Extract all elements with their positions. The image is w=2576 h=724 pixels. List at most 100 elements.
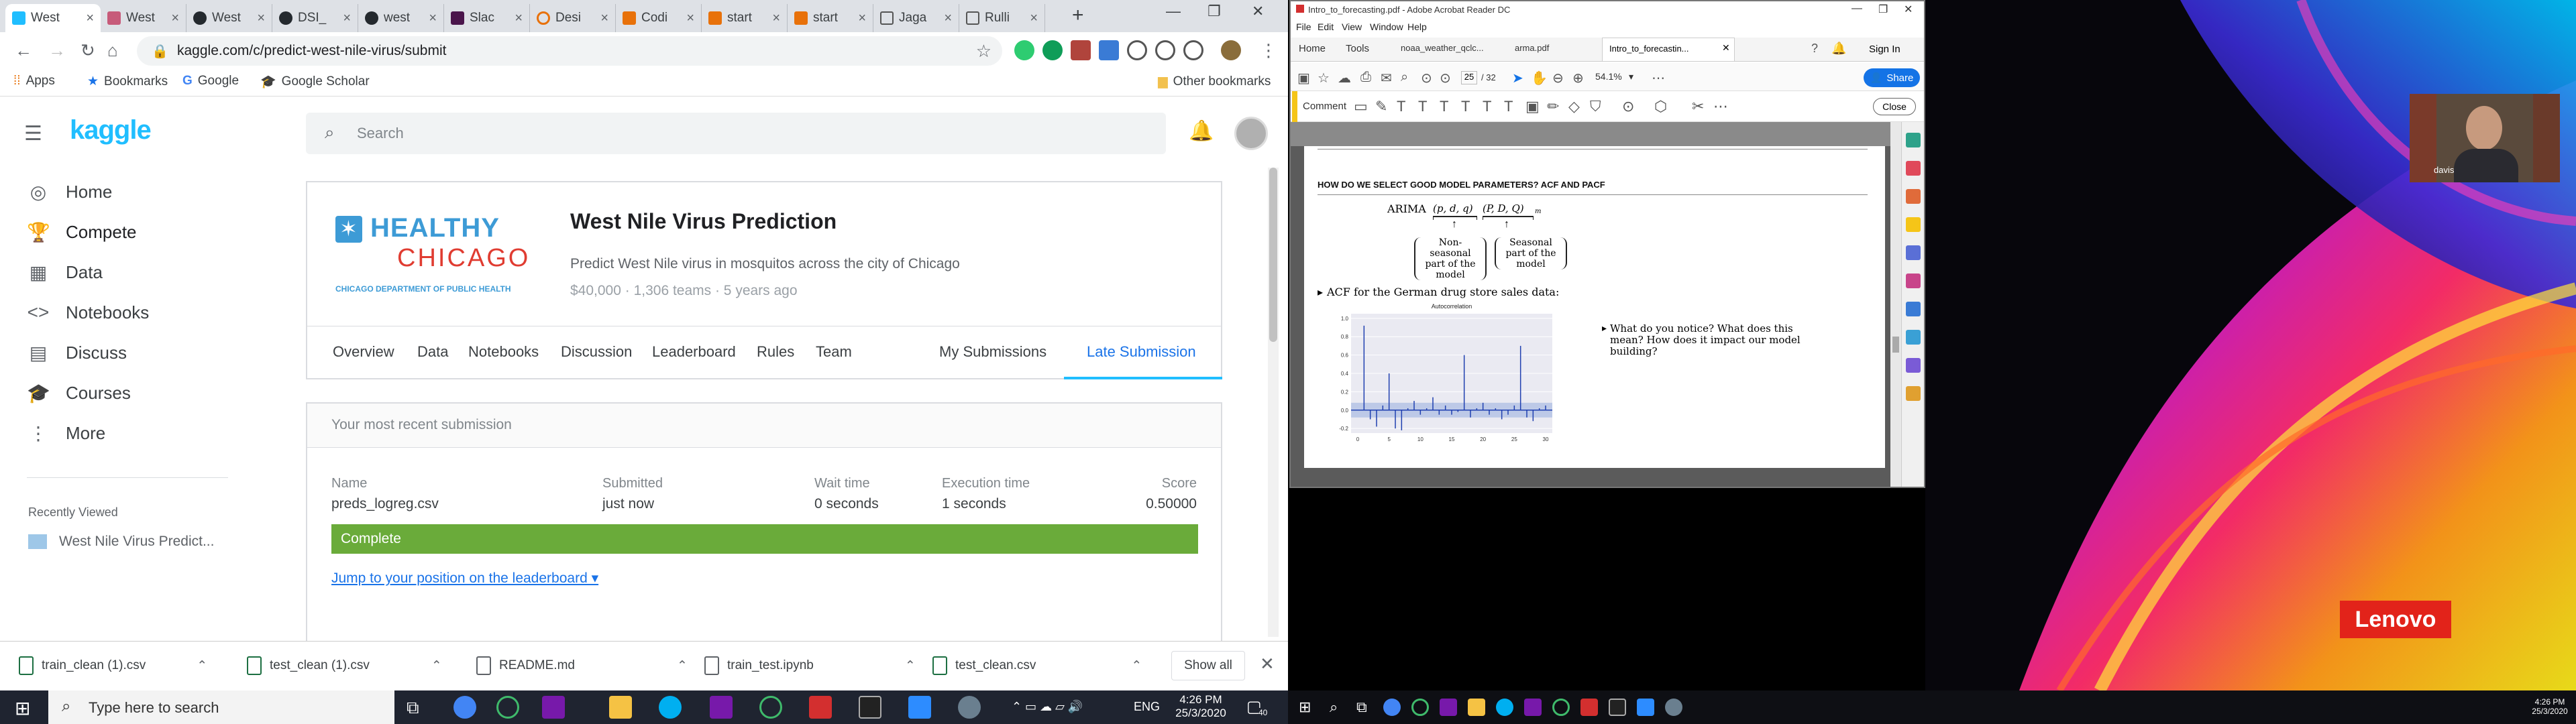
search-box[interactable]: ⌕ Search bbox=[306, 113, 1166, 154]
jump-to-leaderboard-link[interactable]: Jump to your position on the leaderboard… bbox=[331, 570, 598, 587]
tab-leaderboard[interactable]: Leaderboard bbox=[652, 343, 736, 361]
chevron-up-icon[interactable]: ⌃ bbox=[1131, 658, 1142, 674]
task-view-icon[interactable]: ⧉ bbox=[1356, 699, 1367, 716]
chevron-down-icon[interactable]: ▾ bbox=[1629, 71, 1633, 82]
protect-icon[interactable] bbox=[1906, 302, 1921, 316]
create-pdf-icon[interactable] bbox=[1906, 161, 1921, 176]
sign-in-button[interactable]: Sign In bbox=[1869, 44, 1900, 55]
sidebar-item-more[interactable]: ⋮ More bbox=[27, 422, 105, 444]
download-item[interactable]: test_clean.csv ⌃ bbox=[932, 656, 1142, 675]
send-for-review-icon[interactable] bbox=[1906, 330, 1921, 345]
chrome-menu-icon[interactable]: ⋮ bbox=[1260, 40, 1277, 61]
my-submissions-button[interactable]: My Submissions bbox=[939, 343, 1046, 361]
app-taskbar-icon[interactable] bbox=[759, 696, 782, 719]
forward-arrow-icon[interactable]: → bbox=[48, 40, 66, 61]
sidebar-item-home[interactable]: ◎ Home bbox=[27, 181, 113, 203]
notifications-bell-icon[interactable]: 🔔 bbox=[1831, 42, 1846, 56]
close-icon[interactable]: × bbox=[944, 11, 952, 26]
taskbar-clock[interactable]: 4:26 PM 25/3/2020 bbox=[2526, 697, 2573, 717]
sticky-note-icon[interactable]: ▭ bbox=[1354, 98, 1368, 115]
evernote-extension-icon[interactable] bbox=[1014, 40, 1034, 60]
text-field-icon[interactable]: ▣ bbox=[1525, 98, 1540, 115]
tab-team[interactable]: Team bbox=[816, 343, 852, 361]
close-icon[interactable]: × bbox=[343, 11, 351, 26]
window-close-icon[interactable]: ✕ bbox=[1252, 3, 1264, 20]
hand-icon[interactable]: ✋ bbox=[1531, 70, 1548, 86]
menu-edit[interactable]: Edit bbox=[1318, 21, 1334, 32]
close-icon[interactable]: × bbox=[858, 11, 866, 26]
new-tab-plus-icon[interactable]: + bbox=[1072, 4, 1084, 27]
bookmark-google[interactable]: G Google bbox=[182, 74, 239, 88]
export-pdf-icon[interactable] bbox=[1906, 133, 1921, 147]
taskbar-clock[interactable]: 4:26 PM 25/3/2020 bbox=[1167, 693, 1234, 721]
close-icon[interactable]: × bbox=[429, 11, 437, 26]
upload-cloud-icon[interactable]: ☁ bbox=[1338, 70, 1351, 86]
chevron-up-icon[interactable]: ⌃ bbox=[431, 658, 442, 674]
app-taskbar-icon[interactable] bbox=[1552, 699, 1570, 716]
zoom-level[interactable]: 54.1% bbox=[1595, 71, 1622, 82]
more-horizontal-icon[interactable]: ⋯ bbox=[1713, 98, 1728, 115]
zoom-icon[interactable] bbox=[1637, 699, 1654, 716]
browser-tab[interactable]: start × bbox=[788, 4, 873, 32]
insert-text-icon[interactable]: T bbox=[1461, 98, 1470, 115]
menu-file[interactable]: File bbox=[1296, 21, 1311, 32]
sidebar-item-discuss[interactable]: ▤ Discuss bbox=[27, 342, 127, 364]
chevron-up-icon[interactable]: ⌃ bbox=[197, 658, 207, 674]
profile-avatar-icon[interactable] bbox=[1221, 40, 1241, 60]
close-comment-button[interactable]: Close bbox=[1873, 98, 1916, 115]
app-taskbar-icon[interactable] bbox=[496, 696, 519, 719]
organize-pages-icon[interactable] bbox=[1906, 189, 1921, 204]
taskbar-search-box[interactable]: ⌕ Type here to search bbox=[48, 690, 394, 724]
terminal-icon[interactable] bbox=[859, 696, 881, 719]
app-taskbar-icon[interactable] bbox=[1665, 699, 1682, 716]
edit-pdf-icon[interactable] bbox=[1906, 274, 1921, 288]
acrobat-icon[interactable] bbox=[809, 696, 832, 719]
browser-tab[interactable]: Jaga × bbox=[873, 4, 959, 32]
menu-view[interactable]: View bbox=[1342, 21, 1362, 32]
add-text-icon[interactable]: T bbox=[1483, 98, 1491, 115]
zoom-out-icon[interactable]: ⊖ bbox=[1552, 70, 1564, 86]
browser-tab[interactable]: West × bbox=[5, 4, 101, 32]
more-horizontal-icon[interactable]: ⋯ bbox=[1652, 70, 1665, 86]
close-icon[interactable]: × bbox=[686, 11, 694, 26]
late-submission-tab[interactable]: Late Submission bbox=[1064, 326, 1222, 379]
fill-sign-icon[interactable] bbox=[1906, 245, 1921, 260]
tab-tools[interactable]: Tools bbox=[1346, 43, 1369, 54]
download-item[interactable]: test_clean (1).csv ⌃ bbox=[247, 656, 442, 675]
acrobat-icon[interactable] bbox=[1580, 699, 1598, 716]
document-scrollbar[interactable] bbox=[1890, 122, 1901, 487]
page-number-input[interactable]: 25 bbox=[1461, 71, 1477, 84]
bookmark-bookmarks[interactable]: ★ Bookmarks bbox=[87, 74, 168, 89]
scrollbar-thumb[interactable] bbox=[1892, 337, 1899, 353]
browser-tab[interactable]: Codi × bbox=[616, 4, 702, 32]
url-text[interactable]: kaggle.com/c/predict-west-nile-virus/sub… bbox=[177, 43, 446, 59]
help-icon[interactable]: ? bbox=[1811, 42, 1818, 56]
tab-document[interactable]: noaa_weather_qclc... bbox=[1401, 43, 1484, 53]
skype-icon[interactable] bbox=[1496, 699, 1513, 716]
extension-icon[interactable] bbox=[1127, 40, 1147, 60]
skype-icon[interactable] bbox=[659, 696, 682, 719]
browser-tab[interactable]: start × bbox=[702, 4, 788, 32]
share-button[interactable]: 👤 Share bbox=[1864, 68, 1920, 87]
close-icon[interactable]: × bbox=[257, 11, 265, 26]
strikethrough-text-icon[interactable]: T bbox=[1418, 98, 1427, 115]
replace-text-icon[interactable]: T bbox=[1440, 98, 1448, 115]
comment-icon[interactable] bbox=[1906, 217, 1921, 232]
tab-document[interactable]: arma.pdf bbox=[1515, 43, 1549, 53]
more-tools-icon[interactable] bbox=[1906, 386, 1921, 401]
windows-start-icon[interactable]: ⊞ bbox=[1299, 699, 1311, 716]
extension-icon[interactable] bbox=[1183, 40, 1203, 60]
scrollbar-thumb[interactable] bbox=[1269, 168, 1277, 342]
terminal-icon[interactable] bbox=[1609, 699, 1626, 716]
window-close-icon[interactable]: ✕ bbox=[1904, 3, 1913, 16]
save-icon[interactable]: ▣ bbox=[1297, 70, 1310, 86]
menu-help[interactable]: Help bbox=[1407, 21, 1427, 32]
onenote-icon[interactable] bbox=[542, 696, 565, 719]
language-indicator[interactable]: ENG bbox=[1134, 700, 1160, 714]
file-explorer-icon[interactable] bbox=[1468, 699, 1485, 716]
zoom-icon[interactable] bbox=[908, 696, 931, 719]
kaggle-logo[interactable]: kaggle bbox=[70, 115, 152, 145]
prev-page-icon[interactable]: ⊙ bbox=[1421, 70, 1432, 86]
maximize-icon[interactable]: ❐ bbox=[1878, 3, 1888, 16]
extension-icon[interactable] bbox=[1155, 40, 1175, 60]
